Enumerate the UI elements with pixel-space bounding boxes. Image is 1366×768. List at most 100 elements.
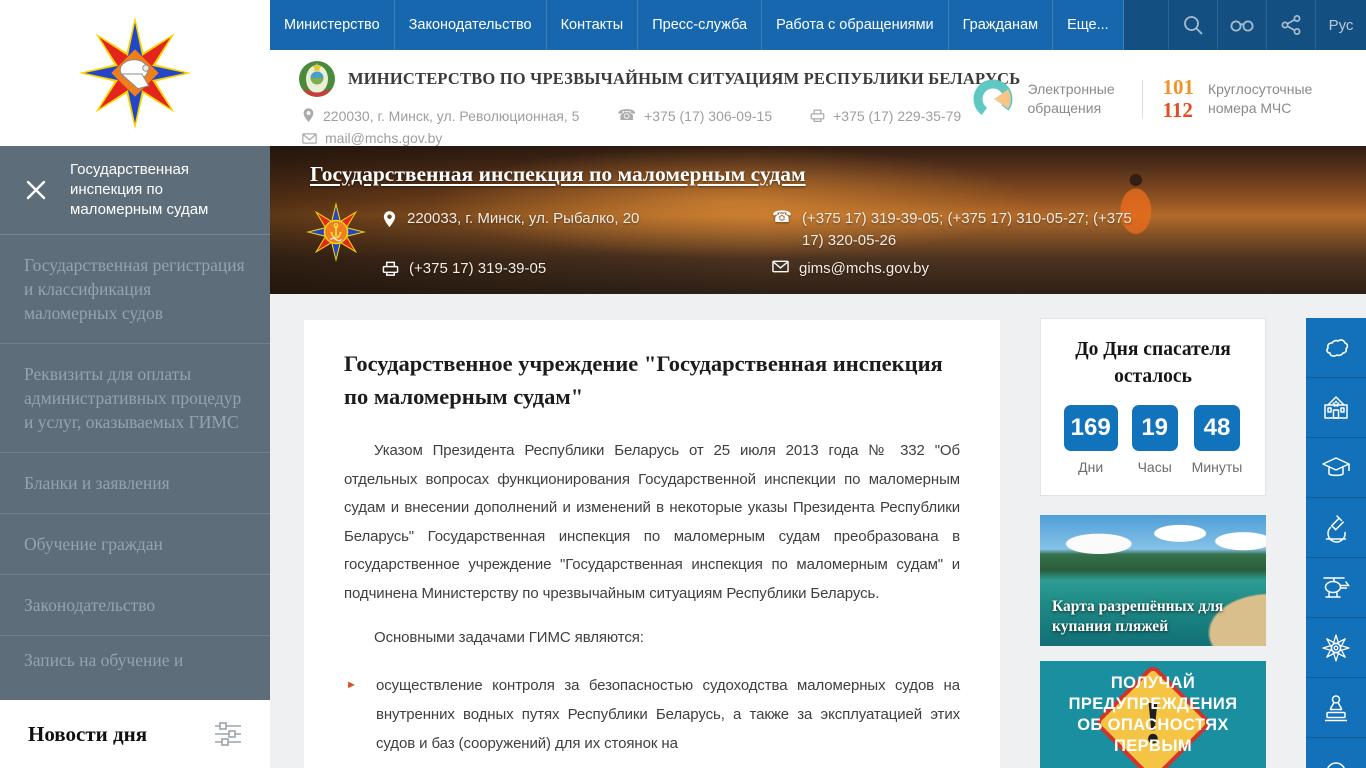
sidebar: Государственная инспекция по маломерным … [0,146,270,768]
belarus-map-icon [1320,334,1352,362]
location-pin-icon [382,210,397,229]
countdown-hours-value: 19 [1131,405,1178,451]
countdown-days-value: 169 [1063,405,1118,451]
page: { "topnav": { "items": ["Министерство", … [0,0,1366,768]
strip-link-belarus-map[interactable] [1306,318,1366,378]
strip-link-aviation[interactable] [1306,558,1366,618]
beach-banner-caption: Карта разрешённых для купания пляжей [1052,598,1224,635]
strip-link-academy[interactable] [1306,378,1366,438]
sidebar-item-citizen-training[interactable]: Обучение граждан [0,514,270,575]
nav-press-service[interactable]: Пресс-служба [638,0,763,50]
appeals-label: Электронные обращения [1027,81,1115,116]
nav-ministry[interactable]: Министерство [270,0,395,50]
sidebar-current-title: Государственная инспекция по маломерным … [70,161,209,218]
academy-building-icon [1321,393,1351,423]
stamp-icon [1321,693,1351,723]
strip-link-licensing[interactable] [1306,678,1366,738]
sidebar-item-enrollment[interactable]: Запись на обучение и [0,636,270,690]
close-icon[interactable] [18,178,60,202]
hero-banner: Государственная инспекция по маломерным … [270,146,1366,294]
hero-address: 220033, г. Минск, ул. Рыбалко, 20 [382,208,639,230]
search-icon [1181,13,1205,37]
site-header: МИНИСТЕРСТВО ПО ЧРЕЗВЫЧАЙНЫМ СИТУАЦИЯМ Р… [270,50,1366,146]
task-item: ► осуществление контроля за безопасность… [344,671,960,758]
share-icon [1280,14,1302,36]
hotline-label: Круглосуточные номера МЧС [1208,81,1313,116]
header-address: 220030, г. Минск, ул. Революционная, 5 [302,107,579,124]
countdown-days: 169 Дни [1063,405,1118,475]
gims-badge-icon [304,200,368,264]
fax-icon [382,260,399,277]
hero-title: Государственная инспекция по маломерным … [310,162,806,186]
share-button[interactable] [1266,0,1315,50]
strip-link-education[interactable] [1306,438,1366,498]
bullet-arrow-icon: ► [346,678,357,691]
task-list: ► осуществление контроля за безопасность… [344,671,960,758]
nav-utilities: Рус [1168,0,1366,50]
beach-map-banner[interactable]: Карта разрешённых для купания пляжей [1040,515,1266,646]
coat-of-arms-icon [298,60,336,98]
eyeglasses-icon [1228,16,1256,34]
sidebar-item-payment-details[interactable]: Реквизиты для оплаты административных пр… [0,344,270,453]
news-day-panel: Новости дня [0,700,270,768]
mail-icon [302,132,317,144]
news-day-title: Новости дня [28,721,148,746]
hero-phones: ☎ (+375 17) 319-39-05; (+375 17) 310-05-… [772,209,1132,250]
appeals-circle-icon [970,76,1016,122]
header-divider [1141,80,1143,118]
microscope-icon [1321,513,1351,543]
danger-alert-banner[interactable]: ! ПОЛУЧАЙ ПРЕДУПРЕЖДЕНИЯ ОБ ОПАСНОСТЯХ П… [1040,661,1266,768]
nav-list: Министерство Законодательство Контакты П… [270,0,1124,50]
partial-icon [1321,750,1351,768]
strip-link-science[interactable] [1306,498,1366,558]
graduation-cap-icon [1320,454,1352,482]
language-switcher[interactable]: Рус [1315,0,1366,50]
rescuer-day-countdown: До Дня спасателя осталось 169 Дни 19 Час… [1040,318,1266,496]
nav-contacts[interactable]: Контакты [547,0,639,50]
helicopter-icon [1320,575,1352,601]
phone-icon: ☎ [772,209,792,226]
hero-email[interactable]: gims@mchs.gov.by [772,258,929,280]
hotline-101: 101 [1162,75,1195,99]
location-pin-icon [302,107,315,124]
sidebar-item-registration[interactable]: Государственная регистрация и классифика… [0,235,270,344]
header-fax: +375 (17) 229-35-79 [810,108,961,124]
article-card: Государственное учреждение "Государствен… [304,320,1000,768]
article-paragraph-1: Указом Президента Республики Беларусь от… [344,442,960,602]
star-badge-icon [1321,633,1351,663]
strip-link-partial[interactable] [1306,738,1366,768]
electronic-appeals-link[interactable]: Электронные обращения [970,76,1128,122]
nav-more[interactable]: Еще... [1053,0,1124,50]
nav-appeals[interactable]: Работа с обращениями [762,0,949,50]
search-button[interactable] [1168,0,1217,50]
sliders-filter-icon[interactable] [214,721,242,747]
header-right: Электронные обращения 101 112 Круглосуто… [970,76,1329,122]
nav-legislation[interactable]: Законодательство [395,0,547,50]
fax-icon [810,108,825,123]
phone-icon: ☎ [617,107,637,124]
mchs-star-emblem-icon [76,14,194,132]
hotline-112: 112 [1162,98,1193,122]
mail-icon [772,260,789,273]
article-heading: Государственное учреждение "Государствен… [344,351,943,409]
sidebar-item-legislation[interactable]: Законодательство [0,575,270,636]
alert-banner-text: ПОЛУЧАЙ ПРЕДУПРЕЖДЕНИЯ ОБ ОПАСНОСТЯХ ПЕР… [1068,674,1238,755]
accessibility-button[interactable] [1217,0,1266,50]
top-navigation: Министерство Законодательство Контакты П… [270,0,1366,50]
ministry-title: МИНИСТЕРСТВО ПО ЧРЕЗВЫЧАЙНЫМ СИТУАЦИЯМ Р… [348,69,1021,88]
countdown-minutes-value: 48 [1194,405,1241,451]
quick-links-strip [1306,318,1366,768]
countdown-hours: 19 Часы [1131,405,1178,475]
nav-citizens[interactable]: Гражданам [949,0,1054,50]
hotline-block: 101 112 Круглосуточные номера МЧС [1163,76,1329,122]
countdown-title: До Дня спасателя осталось [1075,339,1231,387]
sidebar-item-forms[interactable]: Бланки и заявления [0,453,270,514]
mchs-logo[interactable] [0,0,270,146]
countdown-minutes: 48 Минуты [1192,405,1242,475]
hero-fax: (+375 17) 319-39-05 [382,258,546,280]
sidebar-current-section: Государственная инспекция по маломерным … [0,146,270,235]
header-email[interactable]: mail@mchs.gov.by [302,130,442,146]
header-left: МИНИСТЕРСТВО ПО ЧРЕЗВЫЧАЙНЫМ СИТУАЦИЯМ Р… [298,60,1020,146]
strip-link-awards[interactable] [1306,618,1366,678]
header-phone: ☎ +375 (17) 306-09-15 [617,107,773,124]
